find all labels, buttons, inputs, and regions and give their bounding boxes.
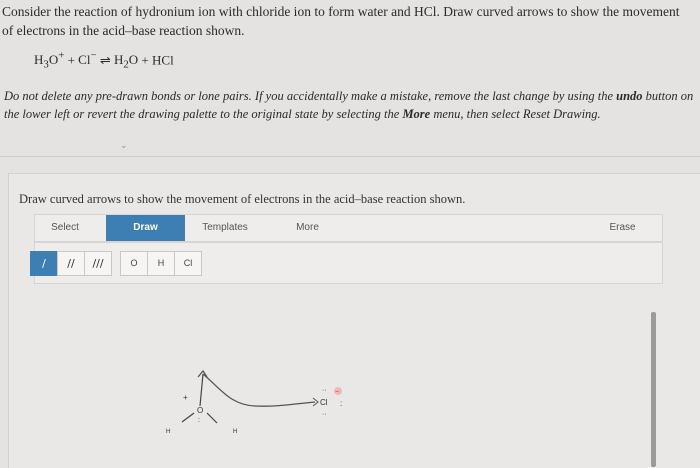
- triple-bond-button[interactable]: ///: [84, 251, 112, 276]
- question-text: Consider the reaction of hydronium ion w…: [2, 4, 680, 38]
- more-keyword: More: [402, 107, 431, 121]
- drawing-palette: / // /// O H Cl: [30, 242, 663, 284]
- bond-o-h-top: [199, 373, 204, 407]
- panel-title: Draw curved arrows to show the movement …: [19, 192, 466, 206]
- tab-select[interactable]: Select: [35, 215, 95, 241]
- equilibrium-arrow: ⇌: [96, 52, 114, 68]
- eq-hcl: HCl: [152, 52, 174, 68]
- instructions-text: Do not delete any pre-drawn bonds or lon…: [4, 89, 694, 121]
- tab-draw[interactable]: Draw: [106, 215, 185, 241]
- lone-pair-cl-right: :: [340, 399, 342, 408]
- double-bond-button[interactable]: //: [57, 251, 85, 276]
- eq-water: H2O: [113, 52, 139, 71]
- atom-hydrogen-button[interactable]: H: [147, 251, 175, 276]
- erase-button[interactable]: Erase: [605, 215, 640, 241]
- lone-pair-o: :: [198, 417, 200, 424]
- bond-o-h-left: [181, 412, 195, 423]
- lone-pair-cl-bottom: ··: [322, 411, 327, 418]
- hydrogen-left[interactable]: H: [166, 429, 170, 435]
- section-divider: [0, 156, 700, 157]
- chlorine-atom[interactable]: Cl: [320, 398, 328, 407]
- bond-tools: / // ///: [30, 251, 112, 276]
- curved-arrow[interactable]: [202, 373, 316, 407]
- hydrogen-right[interactable]: H: [233, 429, 237, 435]
- eq-h3o: H3O+: [34, 50, 65, 71]
- single-bond-button[interactable]: /: [30, 251, 58, 276]
- eq-chloride: Cl−: [78, 50, 97, 68]
- reaction-equation: H3O+ + Cl− ⇌ H2O + HCl: [34, 50, 174, 71]
- undo-keyword: undo: [616, 89, 643, 103]
- negative-charge: −: [335, 389, 339, 396]
- lone-pair-cl-top: ··: [322, 387, 327, 394]
- tab-templates[interactable]: Templates: [195, 215, 255, 241]
- drawing-toolbar: Select Draw Templates More Erase: [34, 214, 663, 242]
- drawing-canvas[interactable]: O : H H + Cl ·· ·· : −: [160, 360, 350, 440]
- bond-o-h-right: [206, 412, 218, 424]
- atom-oxygen-button[interactable]: O: [120, 251, 148, 276]
- oxygen-atom[interactable]: O: [197, 406, 203, 415]
- atom-chlorine-button[interactable]: Cl: [174, 251, 202, 276]
- atom-tools: O H Cl: [120, 251, 202, 276]
- chevron-down-icon[interactable]: ⌄: [120, 141, 128, 151]
- positive-charge: +: [183, 393, 188, 402]
- tab-more[interactable]: More: [290, 215, 325, 241]
- scrollbar[interactable]: [651, 312, 656, 467]
